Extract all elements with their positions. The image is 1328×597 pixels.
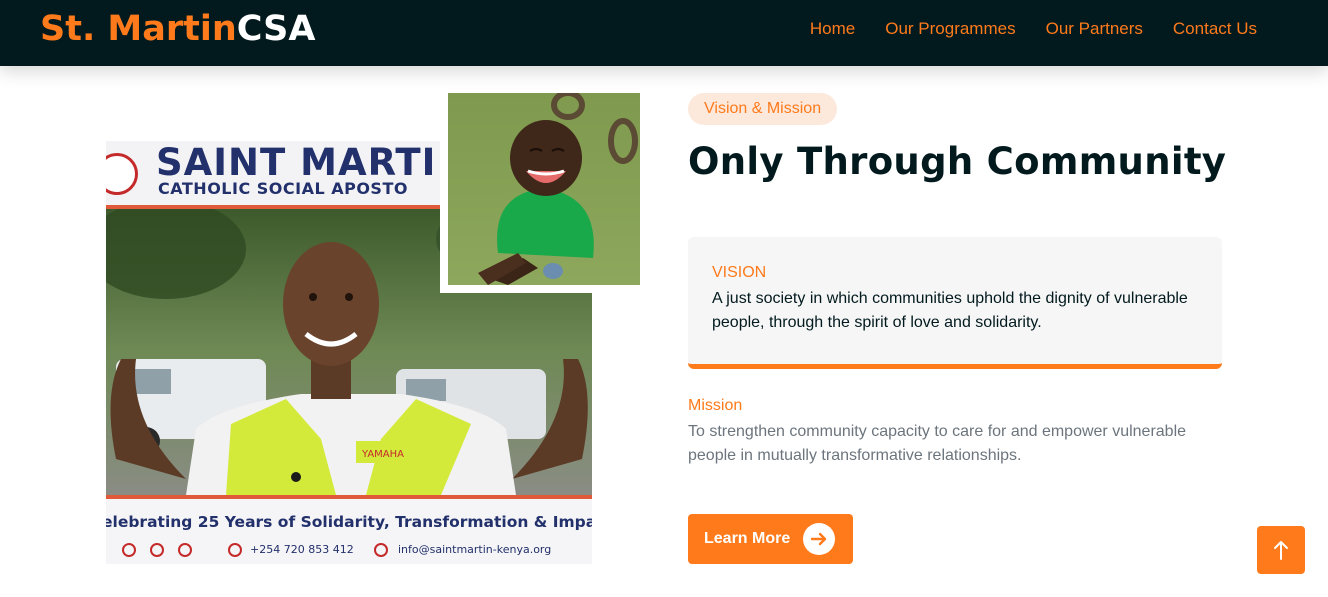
main-nav: Home Our Programmes Our Partners Contact… [810, 0, 1257, 58]
learn-more-button[interactable]: Learn More [688, 514, 853, 564]
section-heading: Only Through Community [688, 140, 1227, 183]
vision-card: VISION A just society in which communiti… [688, 237, 1222, 369]
poster-footer-stripe [106, 495, 592, 499]
poster-title: SAINT MARTI [156, 141, 437, 184]
youtube-icon [150, 543, 164, 557]
instagram-icon [178, 543, 192, 557]
navbar: St. MartinCSA Home Our Programmes Our Pa… [0, 0, 1328, 66]
nav-link-home[interactable]: Home [810, 19, 855, 39]
logo-brand: St. Martin [40, 9, 237, 49]
email-icon [374, 543, 388, 557]
poster-email: info@saintmartin-kenya.org [398, 543, 552, 556]
poster-subtitle: CATHOLIC SOCIAL APOSTO [158, 179, 408, 198]
nav-link-contact[interactable]: Contact Us [1173, 19, 1257, 39]
section-tag: Vision & Mission [688, 93, 838, 125]
poster-emblem-icon [106, 153, 138, 195]
vision-title: VISION [712, 264, 767, 281]
mission-text: To strengthen community capacity to care… [688, 423, 1187, 464]
vest-logo: YAMAHA [361, 449, 404, 460]
poster-footer: elebrating 25 Years of Solidarity, Trans… [106, 495, 592, 564]
vision-text: A just society in which communities upho… [712, 290, 1188, 331]
poster-phone: +254 720 853 412 [250, 543, 354, 556]
nav-link-partners[interactable]: Our Partners [1046, 19, 1143, 39]
child-photo [448, 93, 640, 285]
poster-banner-text: elebrating 25 Years of Solidarity, Trans… [106, 513, 592, 531]
nav-link-programmes[interactable]: Our Programmes [885, 19, 1015, 39]
phone-icon [228, 543, 242, 557]
mission-title: Mission [688, 397, 743, 414]
site-logo[interactable]: St. MartinCSA [40, 7, 315, 51]
facebook-icon [122, 543, 136, 557]
learn-more-label: Learn More [704, 530, 791, 547]
back-to-top-button[interactable] [1257, 526, 1305, 574]
logo-suffix: CSA [236, 9, 316, 49]
arrow-right-icon [803, 523, 835, 555]
arrow-up-icon [1274, 541, 1288, 560]
